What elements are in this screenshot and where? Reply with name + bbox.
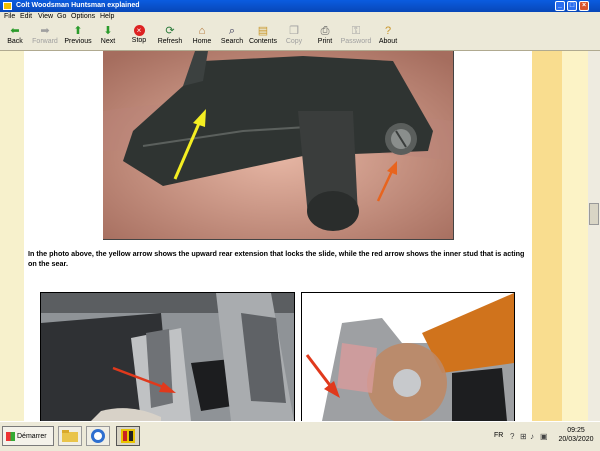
search-button[interactable]: ⌕ Search (220, 25, 244, 45)
contents-button[interactable]: ▤ Contents (248, 25, 278, 45)
system-tray: FR ? ⊞ ♪ ▣ 09:25 20/03/2020 (492, 426, 598, 446)
photo-caption: In the photo above, the yellow arrow sho… (28, 249, 525, 268)
windows-logo-icon (6, 432, 15, 441)
print-icon: ⎙ (320, 25, 330, 37)
volume-icon[interactable]: ♪ (530, 432, 534, 441)
refresh-button[interactable]: ⟳ Refresh (156, 25, 184, 45)
contents-icon: ▤ (257, 25, 269, 37)
title-bar: Colt Woodsman Huntsman explained _ □ × (0, 0, 600, 12)
menu-go[interactable]: Go (57, 13, 66, 20)
search-icon: ⌕ (228, 25, 236, 37)
app-icon (3, 2, 12, 10)
menu-bar: File Edit View Go Options Help (0, 12, 600, 23)
taskbar: Démarrer FR ? ⊞ ♪ ▣ 09:25 20/03/2020 (0, 421, 600, 451)
trigger-part-photo (103, 51, 454, 240)
start-button[interactable]: Démarrer (2, 426, 54, 446)
network-icon[interactable]: ⊞ (520, 432, 527, 441)
copy-icon: ❐ (289, 25, 299, 37)
right-margin-band (532, 51, 588, 421)
about-button[interactable]: ? About (376, 25, 400, 45)
help-viewer-icon (121, 429, 135, 443)
mechanism-diagram (301, 292, 515, 421)
trigger-part-illustration (103, 51, 453, 239)
taskbar-help-viewer[interactable] (116, 426, 140, 446)
next-button[interactable]: ⬇ Next (96, 25, 120, 45)
left-margin-band (0, 51, 24, 421)
mechanism-photo (40, 292, 295, 421)
back-arrow-icon: ⬅ (10, 25, 20, 37)
clock-date[interactable]: 20/03/2020 (554, 436, 598, 443)
up-arrow-icon: ⬆ (73, 25, 83, 37)
forward-arrow-icon: ➡ (40, 25, 50, 37)
maximize-button[interactable]: □ (567, 1, 577, 11)
close-button[interactable]: × (579, 1, 589, 11)
stop-icon: × (133, 25, 145, 36)
refresh-icon: ⟳ (165, 25, 175, 37)
copy-button[interactable]: ❐ Copy (283, 25, 305, 45)
down-arrow-icon: ⬇ (103, 25, 113, 37)
language-indicator[interactable]: FR (494, 432, 503, 439)
browser-icon (91, 429, 105, 443)
home-icon: ⌂ (198, 25, 206, 37)
forward-button[interactable]: ➡ Forward (30, 25, 60, 45)
taskbar-browser[interactable] (86, 426, 110, 446)
window-title: Colt Woodsman Huntsman explained (16, 2, 140, 9)
mechanism-illustration (41, 293, 294, 421)
menu-options[interactable]: Options (71, 13, 95, 20)
mechanism-diagram-illustration (302, 293, 514, 421)
vertical-scrollbar[interactable] (588, 51, 600, 421)
menu-view[interactable]: View (38, 13, 53, 20)
home-button[interactable]: ⌂ Home (190, 25, 214, 45)
stop-button[interactable]: × Stop (128, 25, 150, 44)
back-button[interactable]: ⬅ Back (3, 25, 27, 45)
print-button[interactable]: ⎙ Print (314, 25, 336, 45)
tray-app-icon[interactable]: ▣ (540, 432, 548, 441)
menu-edit[interactable]: Edit (20, 13, 32, 20)
about-icon: ? (384, 25, 392, 37)
taskbar-explorer[interactable] (58, 426, 82, 446)
help-tray-icon[interactable]: ? (510, 432, 514, 441)
password-icon: ⚿ (351, 25, 361, 37)
toolbar: ⬅ Back ➡ Forward ⬆ Previous ⬇ Next × Sto… (0, 23, 600, 51)
menu-file[interactable]: File (4, 13, 15, 20)
scrollbar-thumb[interactable] (589, 203, 599, 225)
minimize-button[interactable]: _ (555, 1, 565, 11)
password-button[interactable]: ⚿ Password (340, 25, 372, 45)
previous-button[interactable]: ⬆ Previous (63, 25, 93, 45)
folder-icon (62, 430, 78, 442)
menu-help[interactable]: Help (100, 13, 114, 20)
clock-time[interactable]: 09:25 (556, 427, 596, 434)
content-area: In the photo above, the yellow arrow sho… (0, 51, 588, 421)
